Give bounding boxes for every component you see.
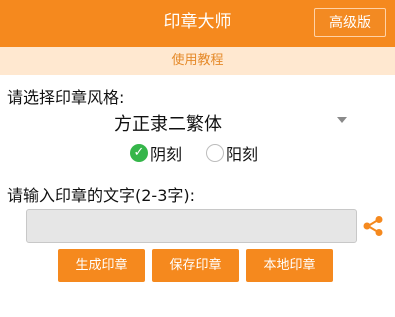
tutorial-link[interactable]: 使用教程 (0, 47, 395, 75)
font-select[interactable]: 方正隶二繁体 (114, 110, 222, 136)
radio-yinke-label: 阴刻 (150, 145, 183, 164)
pro-version-button[interactable]: 高级版 (314, 8, 386, 37)
radio-empty-icon (206, 144, 224, 162)
radio-yangke[interactable]: 阳刻 (206, 141, 258, 165)
dropdown-arrow-icon[interactable] (337, 117, 347, 123)
generate-seal-button[interactable]: 生成印章 (58, 249, 145, 282)
seal-text-input[interactable] (26, 209, 357, 243)
share-icon[interactable] (362, 215, 384, 237)
local-seals-button[interactable]: 本地印章 (246, 249, 333, 282)
save-seal-button[interactable]: 保存印章 (152, 249, 239, 282)
radio-yinke[interactable]: ✓ 阴刻 (130, 141, 182, 165)
check-icon: ✓ (130, 144, 148, 162)
app-header: 印章大师 高级版 (0, 0, 395, 47)
style-label: 请选择印章风格: (7, 88, 125, 107)
seal-text-label: 请输入印章的文字(2-3字): (7, 186, 196, 205)
radio-yangke-label: 阳刻 (226, 145, 259, 164)
